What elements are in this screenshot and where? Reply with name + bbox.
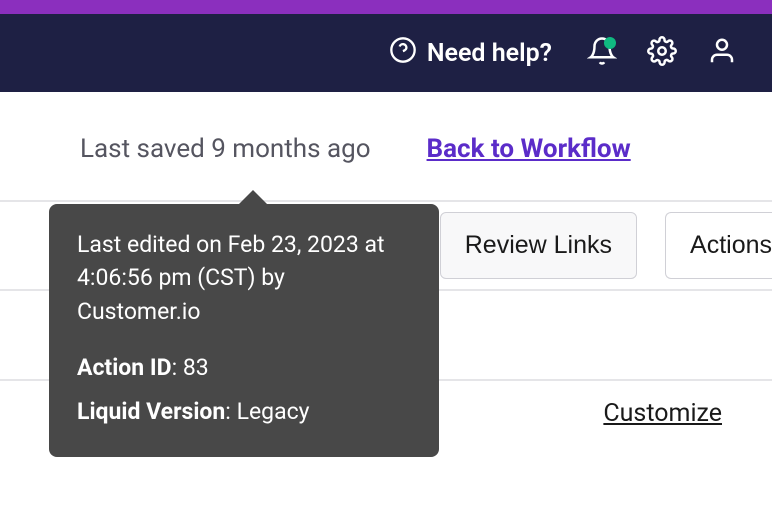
notifications-button[interactable] <box>576 27 628 79</box>
tooltip-liquid-version-row: Liquid Version: Legacy <box>77 390 411 434</box>
top-accent-bar <box>0 0 772 14</box>
customize-link[interactable]: Customize <box>603 399 722 428</box>
tooltip-liquid-version-value: Legacy <box>237 398 310 425</box>
gear-icon <box>647 36 677 70</box>
help-circle-icon <box>389 36 417 71</box>
sub-header: Last saved 9 months ago Back to Workflow <box>0 92 772 200</box>
user-icon <box>707 36 737 70</box>
settings-button[interactable] <box>636 27 688 79</box>
last-saved-tooltip: Last edited on Feb 23, 2023 at 4:06:56 p… <box>49 204 439 457</box>
tooltip-liquid-version-label: Liquid Version <box>77 398 225 425</box>
actions-button[interactable]: Actions <box>665 212 772 279</box>
need-help-link[interactable]: Need help? <box>373 28 568 79</box>
tooltip-action-id-row: Action ID: 83 <box>77 346 411 390</box>
profile-button[interactable] <box>696 27 748 79</box>
tooltip-edited-text: Last edited on Feb 23, 2023 at 4:06:56 p… <box>77 228 411 328</box>
tooltip-meta: Action ID: 83 Liquid Version: Legacy <box>77 346 411 433</box>
last-saved-text: Last saved 9 months ago <box>80 134 371 164</box>
notification-dot <box>604 37 616 49</box>
help-label: Need help? <box>427 39 552 68</box>
back-to-workflow-link[interactable]: Back to Workflow <box>427 134 631 164</box>
tooltip-action-id-value: 83 <box>183 354 209 381</box>
tooltip-action-id-label: Action ID <box>77 354 172 381</box>
app-header: Need help? <box>0 14 772 92</box>
review-links-button[interactable]: Review Links <box>440 212 637 279</box>
